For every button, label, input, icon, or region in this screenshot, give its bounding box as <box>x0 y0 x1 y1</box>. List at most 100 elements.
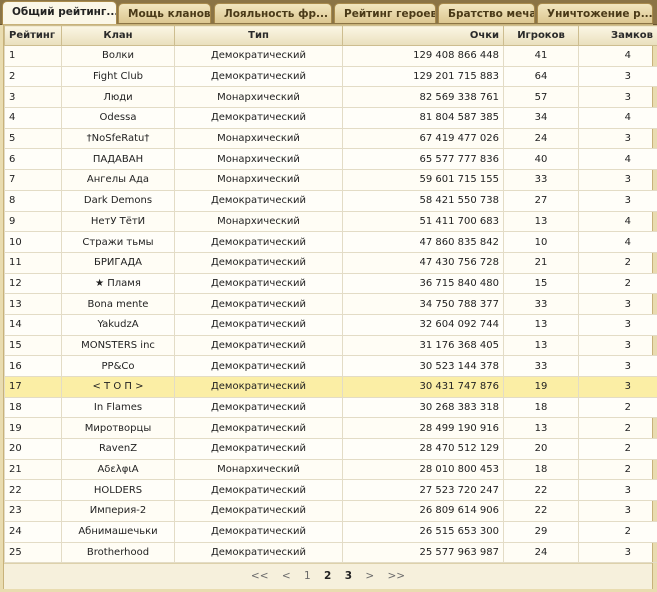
tab-sword-brotherhood[interactable]: Братство меча <box>438 3 535 23</box>
cell-points: 82 569 338 761 <box>342 86 504 109</box>
table-row[interactable]: 19 Миротворцы Демократический 28 499 190 91… <box>4 417 657 440</box>
cell-points: 28 010 800 453 <box>342 458 504 481</box>
cell-clan: Миротворцы <box>61 417 175 440</box>
col-header-type[interactable]: Тип <box>174 25 343 46</box>
table-row[interactable]: 6 ПАДАВАН Монархический 65 577 777 836 40 4 <box>4 148 657 171</box>
cell-clan: Odessa <box>61 107 175 129</box>
table-row[interactable]: 12 ★ Пламя Демократический 36 715 840 480 15… <box>4 272 657 295</box>
cell-type: Демократический <box>174 355 343 377</box>
cell-type: Монархический <box>174 86 343 109</box>
cell-players: 27 <box>503 189 579 212</box>
cell-points: 28 499 190 916 <box>342 417 504 440</box>
table-row[interactable]: 13 Bona mente Демократический 34 750 788 37… <box>4 293 657 315</box>
prev-page-button[interactable]: < <box>282 570 291 582</box>
table-row[interactable]: 8 Dark Demons Демократический 58 421 550 73… <box>4 189 657 212</box>
cell-clan: ★ Пламя <box>61 272 175 295</box>
tab-loyalty[interactable]: Лояльность фр... <box>214 3 332 23</box>
page-3-link[interactable]: 3 <box>345 570 352 582</box>
cell-points: 27 523 720 247 <box>342 479 504 502</box>
cell-rank: 18 <box>4 396 62 419</box>
cell-castles: 3 <box>578 86 657 109</box>
tab-clan-power[interactable]: Мощь кланов <box>118 3 211 23</box>
table-row[interactable]: 17 < Т О П > Демократический 30 431 747 876… <box>4 376 657 398</box>
table-row[interactable]: 14 YakudzA Демократический 32 604 092 744 13… <box>4 313 657 336</box>
table-row[interactable]: 3 Люди Монархический 82 569 338 761 57 3 <box>4 86 657 109</box>
table-row[interactable]: 1 Волки Демократический 129 408 866 448 41 4 <box>4 45 657 67</box>
cell-castles: 3 <box>578 127 657 150</box>
table-row[interactable]: 25 Brotherhood Демократический 25 577 963 9… <box>4 541 657 564</box>
cell-players: 57 <box>503 86 579 109</box>
cell-type: Демократический <box>174 376 343 398</box>
cell-clan: RavenZ <box>61 438 175 460</box>
cell-type: Демократический <box>174 396 343 419</box>
cell-rank: 5 <box>4 127 62 150</box>
cell-points: 51 411 700 683 <box>342 210 504 233</box>
cell-players: 13 <box>503 417 579 440</box>
first-page-button[interactable]: << <box>251 570 269 582</box>
table-row[interactable]: 2 Fight Club Демократический 129 201 715 88… <box>4 65 657 88</box>
cell-players: 18 <box>503 396 579 419</box>
cell-type: Демократический <box>174 520 343 543</box>
cell-clan: Волки <box>61 45 175 67</box>
tab-hero-rating[interactable]: Рейтинг героев <box>334 3 436 23</box>
table-row[interactable]: 21 ΑδελφιΑ Монархический 28 010 800 453 18 2 <box>4 458 657 481</box>
cell-castles: 4 <box>578 231 657 253</box>
last-page-button[interactable]: >> <box>388 570 406 582</box>
cell-points: 36 715 840 480 <box>342 272 504 295</box>
cell-rank: 14 <box>4 313 62 336</box>
cell-rank: 19 <box>4 417 62 440</box>
cell-castles: 2 <box>578 251 657 274</box>
cell-rank: 10 <box>4 231 62 253</box>
cell-players: 21 <box>503 251 579 274</box>
col-header-rank[interactable]: Рейтинг <box>4 25 62 46</box>
cell-rank: 4 <box>4 107 62 129</box>
cell-type: Демократический <box>174 45 343 67</box>
cell-points: 129 201 715 883 <box>342 65 504 88</box>
tab-overall-rating[interactable]: Общий рейтинг... <box>2 1 117 25</box>
cell-rank: 11 <box>4 251 62 274</box>
page-1-link[interactable]: 1 <box>304 570 311 582</box>
table-row[interactable]: 24 Абнимашечьки Демократический 26 515 653 … <box>4 520 657 543</box>
cell-castles: 3 <box>578 313 657 336</box>
table-row[interactable]: 15 MONSTERS inc Демократический 31 176 368 … <box>4 334 657 357</box>
cell-type: Демократический <box>174 438 343 460</box>
table-row[interactable]: 10 Стражи тьмы Демократический 47 860 835 8… <box>4 231 657 253</box>
cell-type: Монархический <box>174 127 343 150</box>
table-row[interactable]: 18 In Flames Демократический 30 268 383 318… <box>4 396 657 419</box>
cell-rank: 15 <box>4 334 62 357</box>
cell-type: Демократический <box>174 251 343 274</box>
table-row[interactable]: 4 Odessa Демократический 81 804 587 385 34 4 <box>4 107 657 129</box>
col-header-players[interactable]: Игроков <box>503 25 579 46</box>
cell-castles: 2 <box>578 272 657 295</box>
col-header-points[interactable]: Очки <box>342 25 504 46</box>
cell-players: 10 <box>503 231 579 253</box>
table-row[interactable]: 22 HOLDERS Демократический 27 523 720 247 22… <box>4 479 657 502</box>
cell-players: 40 <box>503 148 579 171</box>
table-row[interactable]: 23 Империя-2 Демократический 26 809 614 906… <box>4 500 657 522</box>
tab-destruction[interactable]: Уничтожение р... <box>537 3 653 23</box>
cell-castles: 3 <box>578 355 657 377</box>
cell-players: 15 <box>503 272 579 295</box>
col-header-clan[interactable]: Клан <box>61 25 175 46</box>
cell-clan: Ангелы Ада <box>61 169 175 191</box>
cell-castles: 4 <box>578 45 657 67</box>
cell-castles: 3 <box>578 189 657 212</box>
cell-players: 29 <box>503 520 579 543</box>
cell-clan: Абнимашечьки <box>61 520 175 543</box>
page-2-link[interactable]: 2 <box>324 570 331 582</box>
cell-castles: 4 <box>578 210 657 233</box>
cell-players: 33 <box>503 169 579 191</box>
col-header-castles[interactable]: Замков <box>578 25 657 46</box>
table-row[interactable]: 9 НетУ ТётИ Монархический 51 411 700 683 13 4 <box>4 210 657 233</box>
table-row[interactable]: 5 †NoSfeRatu† Монархический 67 419 477 026 2… <box>4 127 657 150</box>
cell-castles: 3 <box>578 479 657 502</box>
cell-type: Монархический <box>174 148 343 171</box>
cell-type: Демократический <box>174 313 343 336</box>
next-page-button[interactable]: > <box>365 570 374 582</box>
cell-castles: 2 <box>578 520 657 543</box>
cell-points: 47 860 835 842 <box>342 231 504 253</box>
table-row[interactable]: 20 RavenZ Демократический 28 470 512 129 20 2 <box>4 438 657 460</box>
table-row[interactable]: 16 PP&Co Демократический 30 523 144 378 33 3 <box>4 355 657 377</box>
table-row[interactable]: 11 БРИГАДА Демократический 47 430 756 728 21… <box>4 251 657 274</box>
table-row[interactable]: 7 Ангелы Ада Монархический 59 601 715 155 33… <box>4 169 657 191</box>
